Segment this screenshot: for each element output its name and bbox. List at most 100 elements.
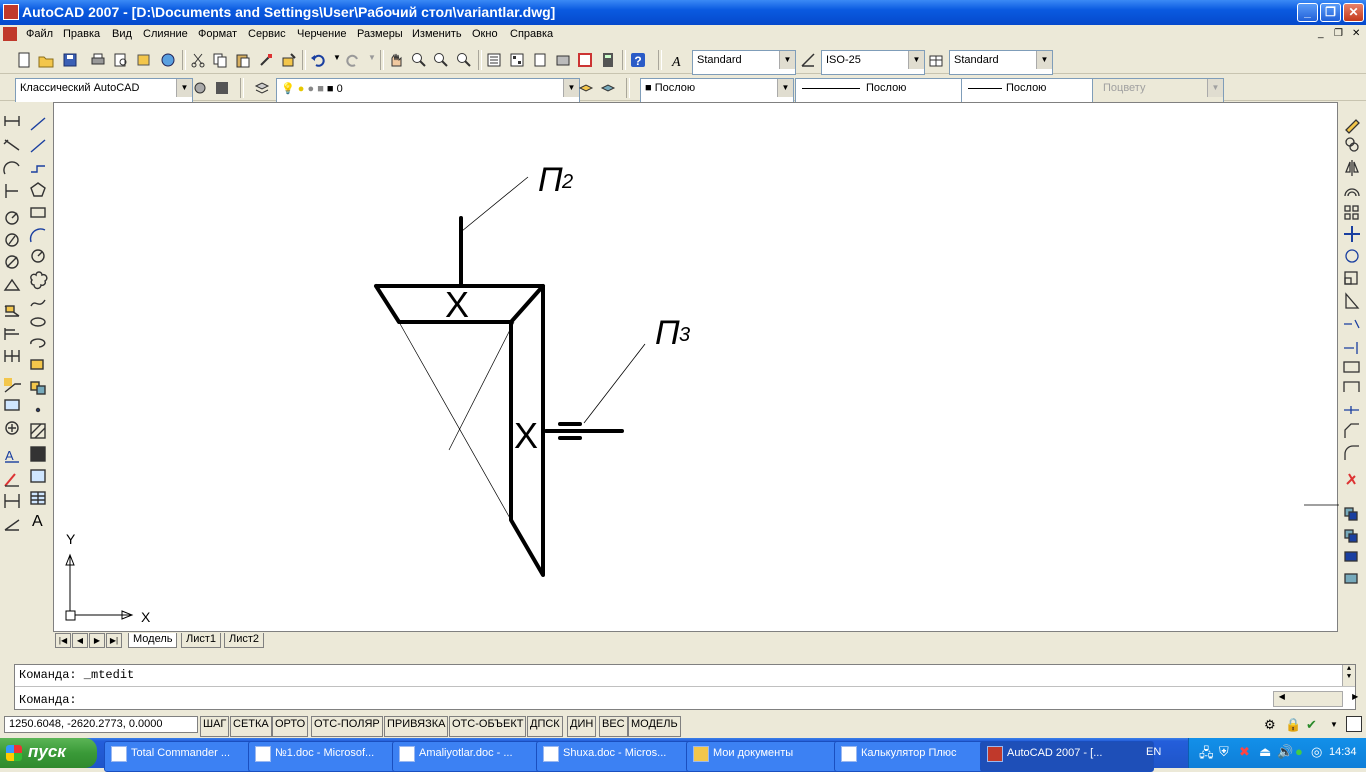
workspace-save-icon[interactable] [214, 80, 230, 96]
layer-select[interactable]: 💡 ● ● ■ ■ 0 ▼ [276, 78, 580, 103]
next-tab-button[interactable]: ▶ [89, 633, 105, 648]
document-icon[interactable] [3, 27, 17, 41]
menu-edit[interactable]: Правка [63, 28, 100, 40]
menu-file[interactable]: Файл [26, 28, 53, 40]
model-toggle[interactable]: МОДЕЛЬ [628, 716, 681, 737]
draworder-under-icon[interactable] [1344, 573, 1358, 584]
ordinate-dimension-icon[interactable] [5, 184, 18, 198]
continue-dimension-icon[interactable] [4, 350, 20, 362]
command-scrollbar[interactable]: ▲ ▼ [1342, 665, 1355, 686]
dyn-toggle[interactable]: ДИН [567, 716, 597, 737]
print-icon[interactable] [90, 52, 106, 68]
task-word-shuxa[interactable]: Shuxa.doc - Micros... [536, 741, 706, 772]
menu-format[interactable]: Формат [198, 28, 237, 40]
polar-toggle[interactable]: ОТС-ПОЛЯР [311, 716, 383, 737]
doc-minimize-button[interactable]: _ [1318, 28, 1324, 39]
osnap-toggle[interactable]: ПРИВЯЗКА [384, 716, 449, 737]
security-icon[interactable]: ⛨ [1219, 744, 1229, 760]
ellipse-icon[interactable] [30, 317, 46, 327]
table-icon[interactable] [30, 491, 46, 505]
fillet-icon[interactable] [1344, 445, 1359, 460]
doc-restore-button[interactable]: ❐ [1334, 28, 1343, 39]
mirror-icon[interactable] [1345, 160, 1359, 176]
extend-icon[interactable] [1344, 342, 1358, 354]
save-icon[interactable] [62, 52, 78, 68]
publish-icon[interactable] [136, 52, 152, 68]
stretch-icon[interactable] [1345, 292, 1360, 309]
draworder-back-icon[interactable] [1344, 529, 1358, 543]
dimension-edit-icon[interactable]: A [5, 448, 19, 463]
tolerance-icon[interactable] [4, 399, 20, 411]
hatch-icon[interactable] [30, 423, 46, 439]
first-tab-button[interactable]: |◀ [55, 633, 71, 648]
aligned-dimension-icon[interactable] [3, 139, 20, 151]
jogged-dimension-icon[interactable] [5, 233, 19, 247]
layer-properties-icon[interactable] [254, 80, 270, 96]
language-indicator[interactable]: EN [1146, 746, 1161, 758]
table-style-icon[interactable] [928, 52, 944, 68]
autocad-app-icon[interactable] [3, 4, 19, 20]
prev-tab-button[interactable]: ◀ [72, 633, 88, 648]
command-prompt[interactable]: Команда: [19, 693, 77, 707]
lwt-toggle[interactable]: ВЕС [599, 716, 628, 737]
otrack-toggle[interactable]: ОТС-ОБЪЕКТ [449, 716, 527, 737]
menu-window[interactable]: Окно [472, 28, 498, 40]
dimension-style-select[interactable]: ISO-25 ▼ [821, 50, 925, 75]
arc-icon[interactable] [29, 228, 46, 243]
tool-palettes-icon[interactable] [532, 52, 548, 68]
polyline-icon[interactable] [31, 165, 45, 173]
close-button[interactable]: ✕ [1343, 3, 1364, 22]
scale-icon[interactable] [1344, 271, 1358, 285]
update-icon[interactable]: ◎ [1311, 744, 1322, 760]
menu-tools[interactable]: Сервис [248, 28, 286, 40]
zoom-previous-icon[interactable] [456, 52, 472, 68]
text-style-icon[interactable]: A [670, 52, 686, 68]
snap-toggle[interactable]: ШАГ [200, 716, 230, 737]
design-center-icon[interactable] [509, 52, 525, 68]
text-style-select[interactable]: Standard ▼ [692, 50, 796, 75]
draworder-above-icon[interactable] [1344, 551, 1358, 562]
trim-icon[interactable] [1344, 319, 1360, 329]
volume-icon[interactable]: 🔊 [1277, 744, 1293, 760]
dimension-style-icon[interactable] [800, 52, 816, 68]
table-style-select[interactable]: Standard ▼ [949, 50, 1053, 75]
circle-icon[interactable] [31, 249, 45, 263]
spline-icon[interactable] [30, 299, 46, 307]
3d-dwf-icon[interactable] [160, 52, 176, 68]
communication-center-icon[interactable]: ⚙ [1264, 717, 1276, 733]
redo-icon[interactable] [345, 52, 361, 68]
quick-leader-icon[interactable] [4, 378, 21, 393]
polygon-icon[interactable] [30, 182, 46, 197]
point-icon[interactable] [35, 407, 41, 413]
redo-dropdown-icon[interactable]: ▼ [368, 53, 376, 62]
break-icon[interactable] [1343, 381, 1360, 392]
make-block-icon[interactable] [30, 381, 46, 395]
insert-block-icon[interactable] [30, 359, 44, 370]
break-at-point-icon[interactable] [1343, 361, 1360, 373]
explode-icon[interactable] [1346, 473, 1356, 485]
safely-remove-icon[interactable]: ⏏ [1259, 744, 1271, 760]
copy-object-icon[interactable] [1345, 137, 1359, 152]
dimension-style-side-icon[interactable] [4, 519, 20, 531]
new-file-icon[interactable] [16, 52, 32, 68]
coordinates-readout[interactable]: 1250.6048, -2620.2773, 0.0000 [4, 716, 198, 733]
status-tray-icon[interactable]: ✔ [1306, 717, 1317, 733]
task-autocad[interactable]: AutoCAD 2007 - [... [980, 741, 1154, 772]
status-green-icon[interactable]: ● [1295, 744, 1303, 759]
quick-dimension-icon[interactable] [4, 305, 20, 317]
rectangle-icon[interactable] [30, 207, 46, 218]
properties-icon[interactable] [486, 52, 502, 68]
markup-icon[interactable] [577, 52, 593, 68]
ellipse-arc-icon[interactable] [30, 338, 46, 348]
restore-button[interactable]: ❐ [1320, 3, 1341, 22]
erase-icon[interactable] [1345, 119, 1360, 134]
clean-screen-icon[interactable] [1346, 716, 1362, 732]
task-calculator[interactable]: Калькулятор Плюс [834, 741, 1004, 772]
doc-close-button[interactable]: ✕ [1352, 28, 1360, 39]
multiline-text-icon[interactable]: A [32, 513, 43, 530]
layer-previous-icon[interactable] [600, 80, 616, 96]
tab-layout1[interactable]: Лист1 [181, 633, 222, 648]
undo-icon[interactable] [310, 52, 326, 68]
last-tab-button[interactable]: ▶| [106, 633, 122, 648]
minimize-button[interactable]: _ [1297, 3, 1318, 22]
